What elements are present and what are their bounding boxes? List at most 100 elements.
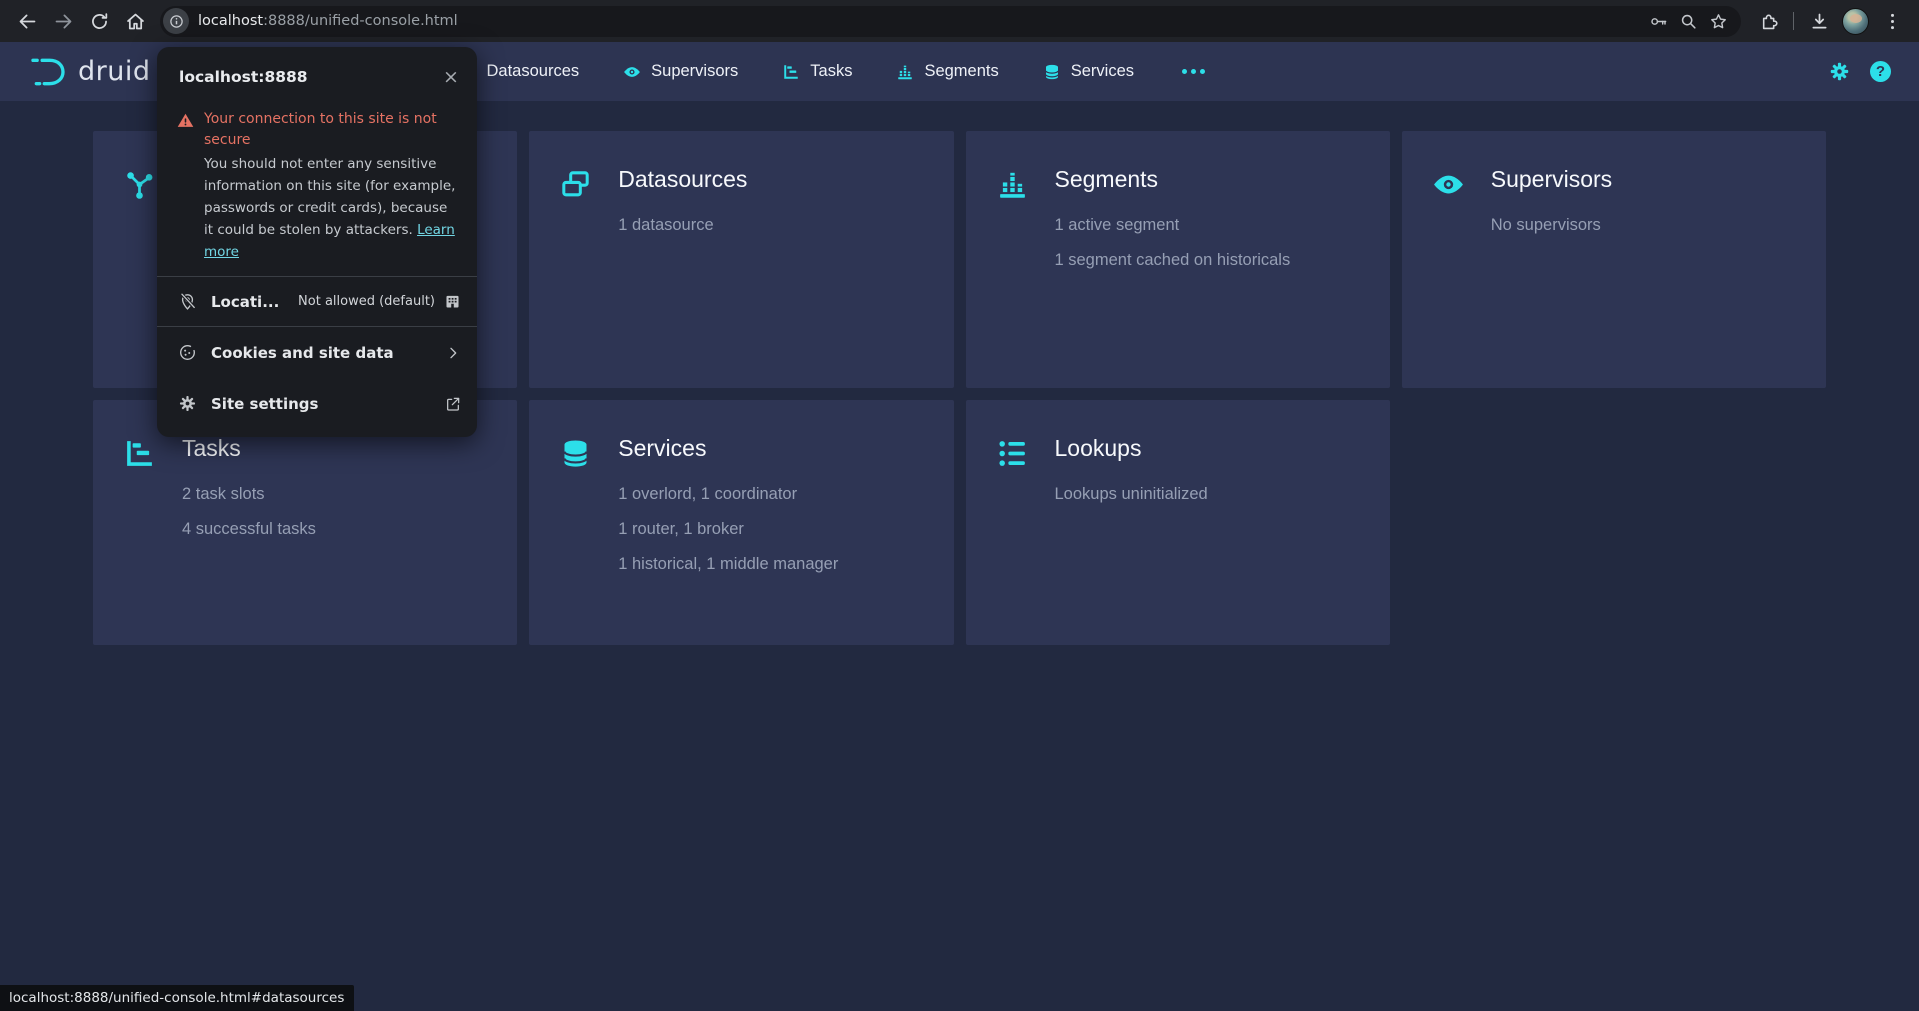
forward-icon [53, 11, 74, 32]
browser-menu-button[interactable] [1875, 4, 1909, 38]
site-info-popup: localhost:8888 × Your connection to this… [157, 47, 477, 437]
card-title: Datasources [618, 166, 747, 193]
services-database-icon [559, 437, 592, 470]
datasources-card[interactable]: Datasources 1 datasource [529, 131, 953, 388]
nav-label: Tasks [810, 62, 852, 81]
key-icon [1649, 12, 1668, 31]
reload-icon [89, 11, 110, 32]
lookups-card[interactable]: Lookups Lookups uninitialized [966, 400, 1390, 645]
segments-bars-icon [996, 168, 1029, 201]
nav-label: Segments [924, 62, 998, 81]
card-content: Services 1 overlord, 1 coordinator 1 rou… [618, 435, 838, 582]
home-button[interactable] [118, 4, 152, 38]
password-manager-button[interactable] [1643, 6, 1673, 36]
chevron-right-wrap [445, 345, 461, 361]
site-settings-row[interactable]: Site settings [157, 378, 477, 429]
browser-toolbar: localhost:8888/unified-console.html [0, 0, 1919, 42]
popup-close-button[interactable]: × [437, 63, 465, 91]
reload-button[interactable] [82, 4, 116, 38]
profile-avatar[interactable] [1842, 8, 1869, 35]
card-line: 1 active segment [1055, 208, 1291, 243]
card-title: Lookups [1055, 435, 1208, 462]
external-link-wrap [445, 396, 461, 412]
card-title: Segments [1055, 166, 1291, 193]
location-value: Not allowed (default) [298, 294, 435, 309]
location-permission-row[interactable]: Locati... Not allowed (default) [157, 277, 477, 326]
card-content: Datasources 1 datasource [618, 166, 747, 243]
nav-item-tasks[interactable]: Tasks [782, 62, 852, 81]
info-icon [169, 14, 184, 29]
extensions-button[interactable] [1751, 4, 1785, 38]
card-title: Supervisors [1491, 166, 1612, 193]
building-icon [444, 293, 461, 310]
address-bar[interactable]: localhost:8888/unified-console.html [160, 6, 1741, 37]
card-line: 1 historical, 1 middle manager [618, 547, 838, 582]
more-icon [1200, 69, 1205, 74]
url-host: localhost [198, 13, 263, 29]
nav-label: Datasources [487, 62, 580, 81]
supervisors-card[interactable]: Supervisors No supervisors [1402, 131, 1826, 388]
site-settings-label: Site settings [211, 395, 445, 413]
services-card[interactable]: Services 1 overlord, 1 coordinator 1 rou… [529, 400, 953, 645]
forward-button[interactable] [46, 4, 80, 38]
url-path: :8888/unified-console.html [263, 13, 458, 29]
card-line: 2 task slots [182, 477, 316, 512]
location-off-icon [178, 292, 197, 311]
cookie-icon [178, 343, 197, 362]
tasks-gantt-icon [782, 63, 800, 81]
card-line: 1 router, 1 broker [618, 512, 838, 547]
home-icon [125, 11, 146, 32]
chevron-right-icon [445, 345, 461, 361]
druid-logo[interactable]: druid [28, 52, 151, 92]
settings-button[interactable] [1829, 61, 1850, 82]
cookies-label: Cookies and site data [211, 344, 445, 362]
site-info-button[interactable] [163, 8, 189, 34]
nav-more-button[interactable] [1178, 65, 1209, 78]
tasks-gantt-icon [123, 437, 156, 470]
card-content: Lookups Lookups uninitialized [1055, 435, 1208, 512]
magnifier-icon [1679, 12, 1698, 31]
bookmark-button[interactable] [1703, 6, 1733, 36]
card-line: 1 segment cached on historicals [1055, 243, 1291, 278]
segments-card[interactable]: Segments 1 active segment 1 segment cach… [966, 131, 1390, 388]
nav-label: Services [1071, 62, 1134, 81]
status-molecule-icon [123, 168, 156, 201]
back-icon [17, 11, 38, 32]
supervisors-eye-icon [623, 63, 641, 81]
back-button[interactable] [10, 4, 44, 38]
datasources-icon [559, 168, 592, 201]
card-line: 4 successful tasks [182, 512, 316, 547]
card-content: Segments 1 active segment 1 segment cach… [1055, 166, 1291, 278]
zoom-page-button[interactable] [1673, 6, 1703, 36]
card-title: Tasks [182, 435, 316, 462]
druid-logo-icon [28, 52, 68, 92]
card-line: 1 overlord, 1 coordinator [618, 477, 838, 512]
location-label: Locati... [211, 293, 279, 311]
card-line: Lookups uninitialized [1055, 477, 1208, 512]
puzzle-icon [1758, 11, 1779, 32]
more-icon [1191, 69, 1196, 74]
popup-header: localhost:8888 × [157, 47, 477, 99]
settings-gear-icon [178, 394, 197, 413]
warning-body: You should not enter any sensitive infor… [204, 153, 457, 263]
warning-title: Your connection to this site is not secu… [204, 109, 457, 151]
supervisors-eye-icon [1432, 168, 1465, 201]
nav-item-segments[interactable]: Segments [896, 62, 998, 81]
card-content: Supervisors No supervisors [1491, 166, 1612, 243]
popup-title: localhost:8888 [179, 68, 437, 86]
downloads-button[interactable] [1802, 4, 1836, 38]
external-link-icon [445, 396, 461, 412]
nav-item-supervisors[interactable]: Supervisors [623, 62, 738, 81]
header-right: ? [1829, 61, 1891, 82]
druid-logo-text: druid [78, 56, 151, 87]
nav-item-services[interactable]: Services [1043, 62, 1134, 81]
segments-bars-icon [896, 63, 914, 81]
connection-warning: Your connection to this site is not secu… [157, 99, 477, 263]
toolbar-separator [1793, 12, 1794, 30]
help-button[interactable]: ? [1870, 61, 1891, 82]
lookups-list-icon [996, 437, 1029, 470]
warning-triangle-icon [177, 112, 194, 129]
card-line: 1 datasource [618, 208, 747, 243]
cookies-and-site-data-row[interactable]: Cookies and site data [157, 327, 477, 378]
close-icon: × [443, 66, 459, 88]
